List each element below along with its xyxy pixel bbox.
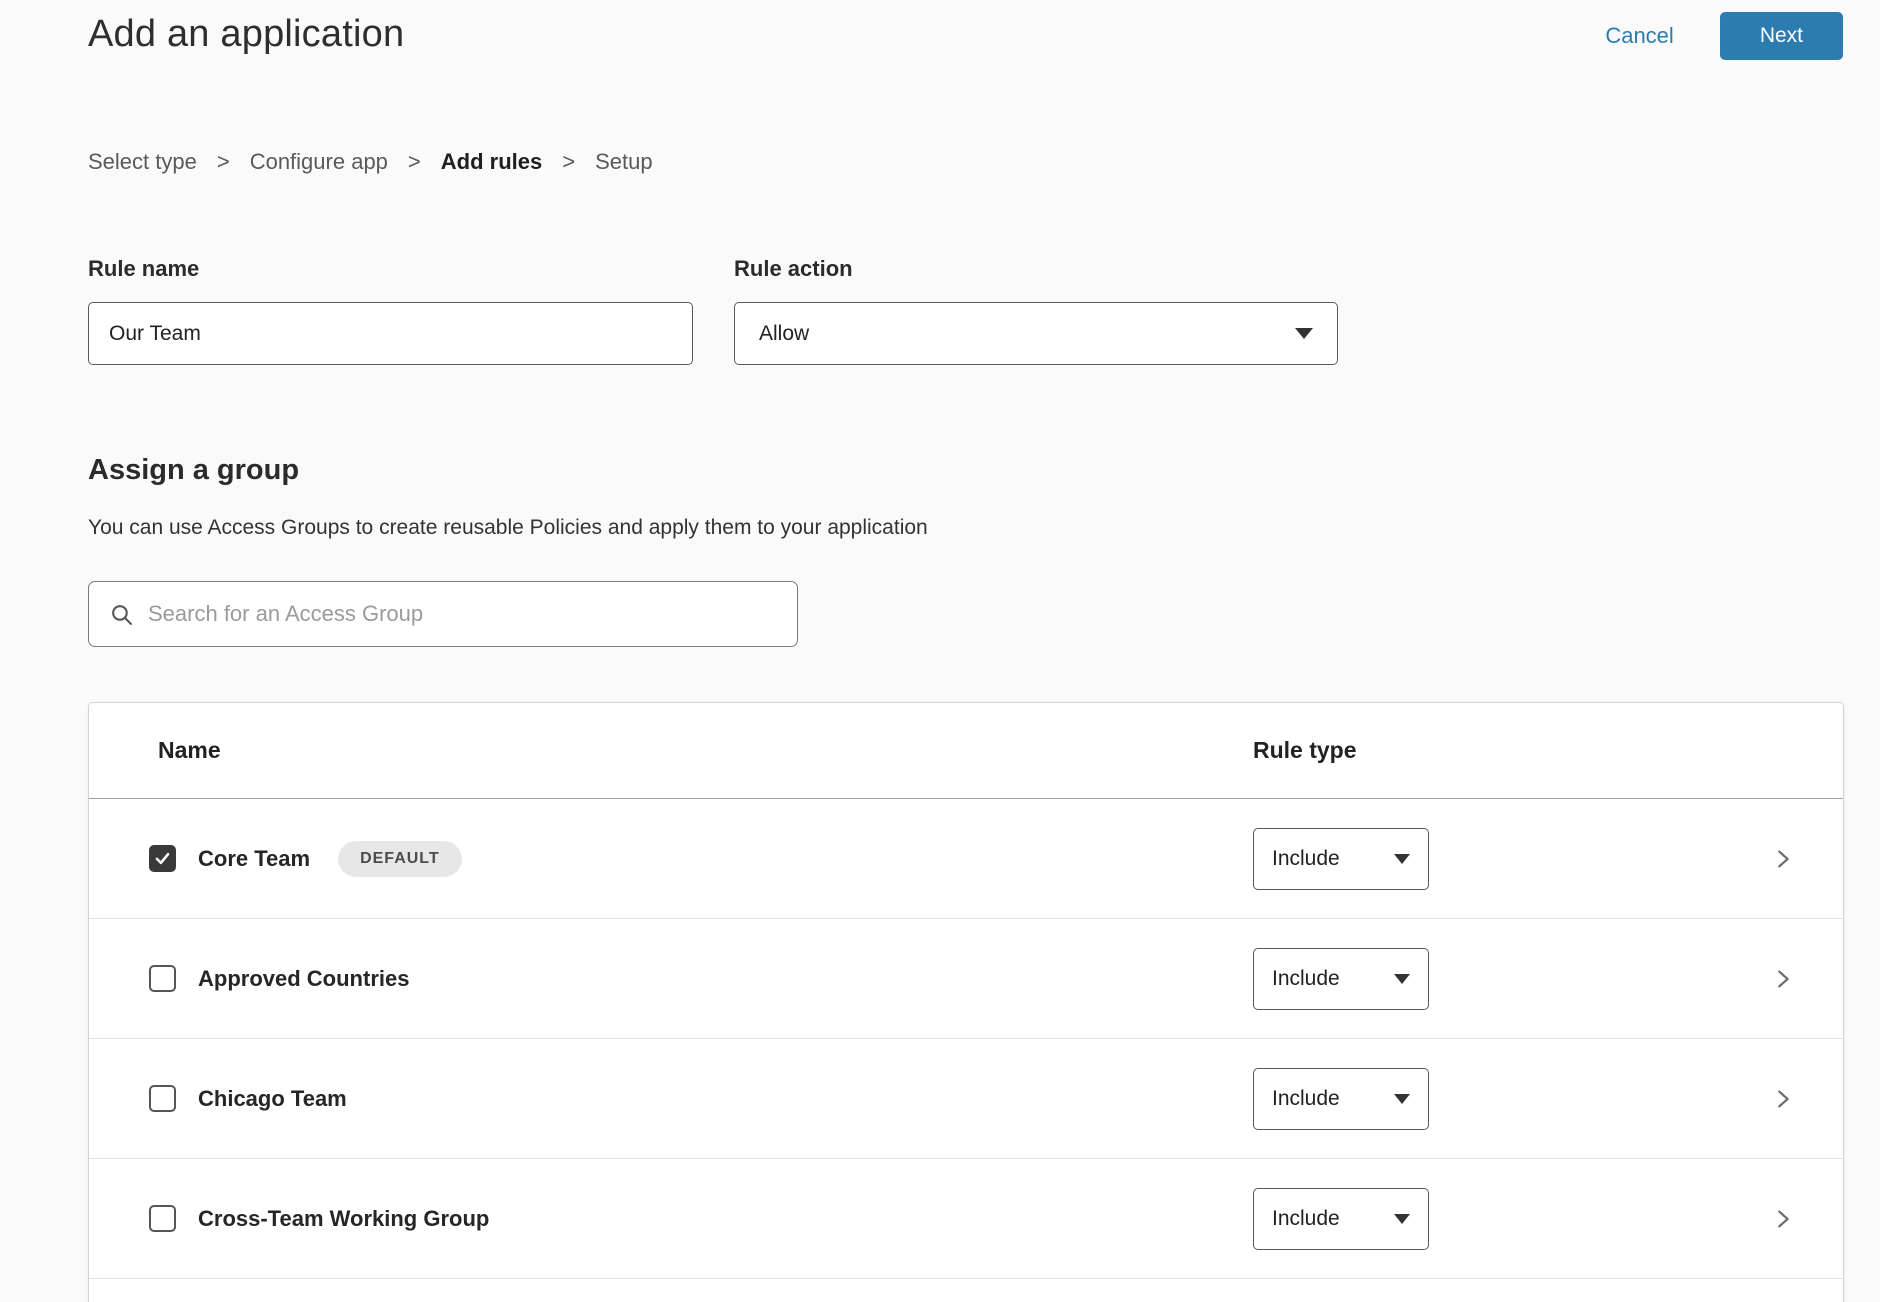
default-badge: DEFAULT [338,841,462,877]
table-row: Cross-Team Working Group Include [89,1159,1843,1279]
checkmark-icon [153,849,172,868]
assign-group-title: Assign a group [88,453,1880,487]
chevron-down-icon [1394,854,1410,864]
rule-type-value: Include [1272,967,1340,991]
rule-name-field: Rule name [88,256,693,365]
chevron-down-icon [1394,1214,1410,1224]
access-group-search[interactable] [88,581,798,647]
chevron-right-icon [1772,968,1794,990]
checkbox-unchecked[interactable] [149,965,176,992]
rule-type-cell: Include [1253,828,1723,890]
rule-type-cell: Include [1253,948,1723,1010]
rule-type-select[interactable]: Include [1253,828,1429,890]
chevron-down-icon [1394,1094,1410,1104]
checkbox-checked[interactable] [149,845,176,872]
breadcrumb-separator: > [217,148,230,176]
rule-type-select[interactable]: Include [1253,1188,1429,1250]
row-name-cell: Chicago Team [89,1085,1253,1112]
row-expand-button[interactable] [1723,848,1843,870]
chevron-down-icon [1394,974,1410,984]
chevron-down-icon [1295,328,1313,339]
table-row: Chicago Team Include [89,1039,1843,1159]
table-row: Approved Countries Include [89,919,1843,1039]
cancel-button[interactable]: Cancel [1605,23,1673,49]
checkbox-unchecked[interactable] [149,1205,176,1232]
table-row: Core Team DEFAULT Include [89,799,1843,919]
rule-type-value: Include [1272,1087,1340,1111]
partial-next-row [89,1279,1843,1302]
breadcrumb-separator: > [562,148,575,176]
rule-action-select[interactable]: Allow [734,302,1338,365]
step-configure-app[interactable]: Configure app [250,148,388,176]
rule-type-value: Include [1272,1207,1340,1231]
rule-form-row: Rule name Rule action Allow [88,256,1880,365]
page-title: Add an application [88,8,404,60]
step-setup[interactable]: Setup [595,148,653,176]
rule-action-field: Rule action Allow [734,256,1338,365]
row-name-cell: Cross-Team Working Group [89,1205,1253,1232]
access-groups-table: Name Rule type Core Team DEFAULT Include [88,702,1844,1302]
group-name: Approved Countries [198,966,409,992]
search-input[interactable] [148,601,777,627]
breadcrumb: Select type > Configure app > Add rules … [88,148,1880,176]
rule-type-cell: Include [1253,1068,1723,1130]
next-button[interactable]: Next [1720,12,1843,60]
step-add-rules[interactable]: Add rules [441,148,542,176]
row-expand-button[interactable] [1723,968,1843,990]
header-actions: Cancel Next [1605,12,1843,60]
rule-type-select[interactable]: Include [1253,948,1429,1010]
row-expand-button[interactable] [1723,1088,1843,1110]
chevron-right-icon [1772,848,1794,870]
assign-group-description: You can use Access Groups to create reus… [88,515,1880,541]
row-name-cell: Approved Countries [89,965,1253,992]
rule-name-label: Rule name [88,256,693,282]
rule-name-input[interactable] [88,302,693,365]
rule-type-select[interactable]: Include [1253,1068,1429,1130]
row-name-cell: Core Team DEFAULT [89,841,1253,877]
rule-type-value: Include [1272,847,1340,871]
search-icon [109,602,134,627]
step-select-type[interactable]: Select type [88,148,197,176]
group-name: Core Team [198,846,310,872]
rule-action-value: Allow [759,322,809,346]
chevron-right-icon [1772,1088,1794,1110]
top-bar: Add an application Cancel Next [0,0,1880,60]
group-name: Chicago Team [198,1086,347,1112]
assign-group-section: Assign a group You can use Access Groups… [88,453,1880,647]
column-header-rule-type: Rule type [1253,737,1723,764]
group-name: Cross-Team Working Group [198,1206,489,1232]
row-expand-button[interactable] [1723,1208,1843,1230]
rule-action-label: Rule action [734,256,1338,282]
checkbox-unchecked[interactable] [149,1085,176,1112]
breadcrumb-separator: > [408,148,421,176]
chevron-right-icon [1772,1208,1794,1230]
table-header-row: Name Rule type [89,703,1843,799]
column-header-name: Name [89,737,1253,764]
rule-type-cell: Include [1253,1188,1723,1250]
